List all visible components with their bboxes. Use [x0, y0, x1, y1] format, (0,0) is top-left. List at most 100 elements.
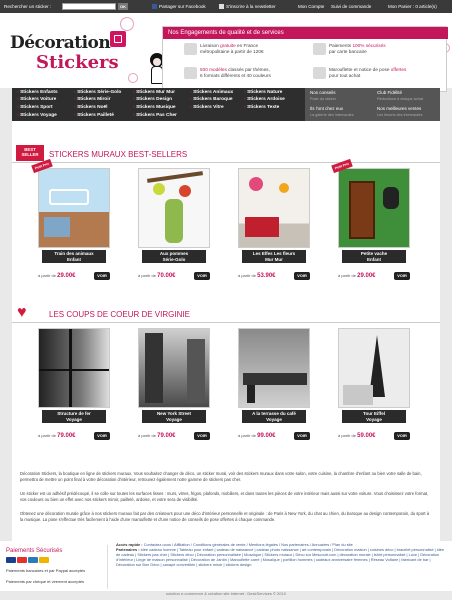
product-image[interactable] [138, 168, 210, 248]
card-logos [6, 557, 66, 565]
product-price: à partir de 79.00€ [38, 433, 76, 439]
main-content: BEST SELLER STICKERS MURAUX BEST-SELLERS… [12, 121, 440, 541]
flower-decoration [120, 17, 134, 31]
voir-button[interactable]: VOIR [394, 432, 410, 440]
logo-word-2: Stickers [36, 52, 119, 73]
payment-line-1: Paiements bancaires et par Paypal accept… [6, 568, 86, 573]
category-menu: Stickers Enfants Stickers Voiture Sticke… [12, 88, 440, 121]
menu-group-advice[interactable]: Nos conseils Pose du sticker [310, 90, 336, 102]
product-image[interactable] [338, 168, 410, 248]
product-image[interactable] [38, 328, 110, 408]
product-caption: Les Elfes Les fleurs Mur Mur [242, 250, 306, 263]
cart-link[interactable]: Mon Panier : 0 article(s) [388, 4, 437, 9]
copyright: solution e-commerce & création site inte… [166, 591, 286, 596]
order-tracking-link[interactable]: Suivi de commande [331, 4, 371, 9]
product-card[interactable]: New York Street Voyage à partir de 79.00€… [134, 326, 214, 458]
menu-item[interactable]: Stickers Série-Golo [74, 90, 121, 95]
menu-item[interactable]: Stickers Baroque [190, 97, 232, 102]
mail-icon [219, 4, 224, 9]
menu-item[interactable]: Stickers Noël [74, 105, 107, 110]
voir-button[interactable]: VOIR [394, 272, 410, 280]
catalog-icon [184, 67, 197, 79]
voir-button[interactable]: VOIR [294, 432, 310, 440]
product-price: à partir de 79.00€ [138, 433, 176, 439]
product-price: à partir de 29.00€ [38, 273, 76, 279]
search-button[interactable]: OK [118, 3, 128, 10]
menu-item[interactable]: Stickers Sport [17, 105, 53, 110]
product-caption: Structure de fer Voyage [42, 410, 106, 423]
menu-item[interactable]: Stickers Voyage [17, 113, 57, 118]
engagement-tools: Marouflette et notice de pose offertes po… [313, 67, 406, 79]
facebook-label: Partager sur Facebook [159, 4, 206, 9]
product-card[interactable]: Structure de fer Voyage à partir de 79.00… [34, 326, 114, 458]
product-card[interactable]: Petit Prix Train des animaux Enfant à par… [31, 158, 114, 298]
mastercard-icon [17, 557, 27, 563]
menu-item[interactable]: Stickers Nature [244, 90, 282, 95]
product-price: à partir de 59.00€ [338, 433, 376, 439]
product-image[interactable] [338, 328, 410, 408]
voir-button[interactable]: VOIR [94, 272, 110, 280]
secure-payment-title: Paiements Sécurisés [6, 548, 63, 554]
product-image[interactable] [38, 168, 110, 248]
cb-icon [28, 557, 38, 563]
engagement-models: 500 modèles classés par thèmes, 6 formats… [184, 67, 271, 79]
product-caption: New York Street Voyage [142, 410, 206, 423]
menu-item[interactable]: Stickers Vitre [190, 105, 224, 110]
search-label: Rechercher un sticker : [4, 4, 52, 9]
menu-item[interactable]: Stickers Animaux [190, 90, 233, 95]
product-card[interactable]: Aux pommes Série-Golo à partir de 70.00€ … [134, 166, 214, 298]
menu-item[interactable]: Stickers Pas Cher [133, 113, 177, 118]
product-caption: A la terrasse du café Voyage [242, 410, 306, 423]
product-card[interactable]: A la terrasse du café Voyage à partir de … [234, 326, 314, 458]
menu-item[interactable]: Stickers Enfants [17, 90, 58, 95]
account-link[interactable]: Mon Compte [298, 4, 324, 9]
lock-icon [313, 43, 326, 55]
voir-button[interactable]: VOIR [194, 432, 210, 440]
product-card[interactable]: Les Elfes Les fleurs Mur Mur à partir de … [234, 166, 314, 298]
menu-group-gallery[interactable]: Ils l'ont chez eux La galerie des interna… [310, 106, 354, 118]
facebook-share-link[interactable]: Partager sur Facebook [152, 4, 206, 9]
product-caption: Tour Eiffel Voyage [342, 410, 406, 423]
menu-item[interactable]: Stickers Texte [244, 105, 279, 110]
newsletter-link[interactable]: S'inscrire à la newsletter [219, 4, 276, 9]
description-paragraph: Décoration Stickers, la boutique en lign… [20, 471, 422, 482]
payment-line-2: Paiements par chèque et virement accepté… [6, 579, 85, 584]
menu-item[interactable]: Stickers Mur Mur [133, 90, 175, 95]
voir-button[interactable]: VOIR [94, 432, 110, 440]
menu-item[interactable]: Stickers Pailleté [74, 113, 114, 118]
menu-item[interactable]: Stickers Voiture [17, 97, 56, 102]
search-input[interactable] [62, 3, 116, 10]
visa-icon [6, 557, 16, 563]
product-caption: Train des animaux Enfant [42, 250, 106, 263]
truck-icon [184, 43, 197, 55]
menu-item[interactable]: Stickers Design [133, 97, 172, 102]
header: Décoration Stickers Nos Engagements de q… [0, 13, 452, 92]
footer: Paiements Sécurisés Paiements bancaires … [0, 541, 452, 591]
facebook-icon [152, 4, 157, 9]
product-price: à partir de 70.00€ [138, 273, 176, 279]
favorites-header: ♥ LES COUPS DE COEUR DE VIRGINIE [12, 305, 440, 323]
product-image[interactable] [138, 328, 210, 408]
engagement-delivery: Livraison gratuite en France métropolitai… [184, 43, 264, 55]
voir-button[interactable]: VOIR [194, 272, 210, 280]
menu-item[interactable]: Stickers Miroir [74, 97, 110, 102]
product-image[interactable] [238, 168, 310, 248]
menu-group-loyalty[interactable]: Club Fidélité Réductions à chaque achat [377, 90, 423, 102]
product-card[interactable]: Petit Prix Petite vache Enfant à partir d… [331, 158, 414, 298]
favorites-title: LES COUPS DE COEUR DE VIRGINIE [49, 310, 190, 319]
bestsellers-header: BEST SELLER STICKERS MURAUX BEST-SELLERS [12, 145, 440, 163]
partner-links[interactable]: idée cadeau homme | Tableau pour enfant … [116, 547, 444, 567]
menu-item[interactable]: Stickers Ardoise [244, 97, 285, 102]
logo-word-1: Décoration [10, 33, 111, 53]
logo[interactable]: Décoration Stickers [8, 31, 138, 81]
menu-item[interactable]: Stickers Musique [133, 105, 175, 110]
product-card[interactable]: Tour Eiffel Voyage à partir de 59.00€ VOI… [334, 326, 414, 458]
page: Rechercher un sticker : OK Partager sur … [0, 0, 452, 600]
engagement-payment: Paiements 100% sécurisés par carte bancai… [313, 43, 386, 55]
voir-button[interactable]: VOIR [294, 272, 310, 280]
product-price: à partir de 99.00€ [238, 433, 276, 439]
product-image[interactable] [238, 328, 310, 408]
menu-group-bestsellers[interactable]: Nos meilleures ventes Les favoris des int… [377, 106, 422, 118]
heart-icon: ♥ [17, 304, 27, 321]
description-paragraph: Obtenez une décoration murale grâce à no… [20, 511, 430, 522]
